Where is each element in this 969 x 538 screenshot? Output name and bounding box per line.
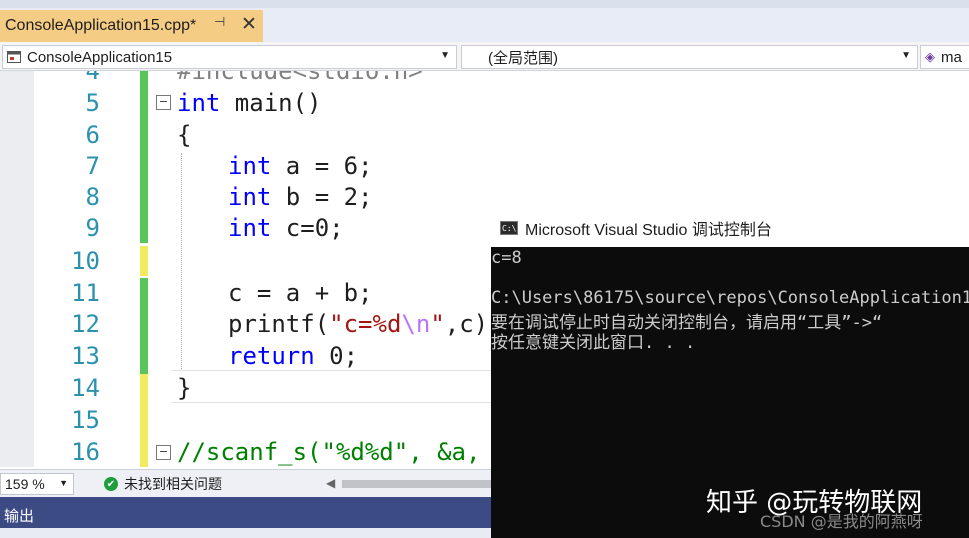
cube-icon: ◈ xyxy=(925,49,935,64)
code-line: c = a + b; xyxy=(228,279,373,307)
scroll-left-icon[interactable]: ◀ xyxy=(326,476,335,490)
indent-guide xyxy=(181,153,182,371)
selection-margin xyxy=(0,71,34,467)
line-number: 12 xyxy=(71,310,100,338)
code-line: int b = 2; xyxy=(228,183,373,211)
code-line: } xyxy=(177,374,192,402)
chevron-down-icon: ▼ xyxy=(59,478,68,488)
line-number: 11 xyxy=(71,279,100,307)
title-strip xyxy=(0,0,969,8)
project-dropdown[interactable]: ConsoleApplication15 ▼ xyxy=(2,45,457,69)
watermark-csdn: CSDN @是我的阿燕呀 xyxy=(760,512,923,531)
zoom-dropdown[interactable]: 159 % ▼ xyxy=(0,473,74,495)
line-number: 14 xyxy=(71,374,100,402)
code-line: return 0; xyxy=(228,342,359,370)
scrollbar-thumb[interactable] xyxy=(342,480,492,488)
code-line: int c=0; xyxy=(228,214,344,242)
line-number: 13 xyxy=(71,342,100,370)
issues-text: 未找到相关问题 xyxy=(124,476,222,492)
check-circle-icon: ✔ xyxy=(104,477,118,491)
zoom-level: 159 % xyxy=(5,476,45,492)
code-line: #include<stdio.h> xyxy=(177,71,423,85)
unsaved-change-bar xyxy=(140,246,148,276)
scope-dropdown[interactable]: (全局范围) ▼ xyxy=(461,45,918,69)
member-dropdown[interactable]: ◈ ma xyxy=(920,45,969,69)
code-line: printf("c=%d\n",c); xyxy=(228,310,503,338)
code-line: int main() xyxy=(177,89,322,117)
collapse-icon[interactable]: − xyxy=(156,95,171,110)
tab-title: ConsoleApplication15.cpp* xyxy=(5,17,197,34)
saved-change-bar xyxy=(140,71,148,243)
line-number: 7 xyxy=(85,152,100,180)
scope-dropdown-label: (全局范围) xyxy=(488,49,558,67)
member-dropdown-label: ma xyxy=(941,48,962,66)
collapse-icon[interactable]: − xyxy=(156,445,171,460)
console-line: c=8 xyxy=(491,248,522,268)
project-icon xyxy=(7,50,22,64)
close-icon[interactable]: ✕ xyxy=(241,13,257,35)
output-panel-title[interactable]: 输出 xyxy=(4,505,34,526)
console-title: Microsoft Visual Studio 调试控制台 xyxy=(525,222,772,239)
pin-icon[interactable]: ⊣ xyxy=(214,15,225,30)
console-line: 按任意键关闭此窗口. . . xyxy=(491,333,696,353)
navigation-bar: ConsoleApplication15 ▼ (全局范围) ▼ ◈ ma xyxy=(0,42,969,71)
document-tab[interactable]: ConsoleApplication15.cpp* ⊣ ✕ xyxy=(0,10,263,42)
line-number: 9 xyxy=(85,214,100,242)
unsaved-change-bar xyxy=(140,374,148,467)
code-line: { xyxy=(177,121,192,149)
line-number: 15 xyxy=(71,406,100,434)
line-number: 6 xyxy=(85,121,100,149)
line-number: 4 xyxy=(85,71,100,85)
console-line: C:\Users\86175\source\repos\ConsoleAppli… xyxy=(491,288,969,308)
saved-change-bar xyxy=(140,278,148,374)
current-line-highlight xyxy=(172,370,492,403)
console-title-bar[interactable]: C:\ Microsoft Visual Studio 调试控制台 xyxy=(491,209,969,247)
project-dropdown-label: ConsoleApplication15 xyxy=(27,48,173,66)
horizontal-scrollbar[interactable]: ◀ xyxy=(326,476,496,491)
line-number: 5 xyxy=(85,89,100,117)
line-number: 8 xyxy=(85,183,100,211)
code-line: int a = 6; xyxy=(228,152,373,180)
line-number: 16 xyxy=(71,438,100,466)
line-number: 10 xyxy=(71,247,100,275)
chevron-down-icon: ▼ xyxy=(901,50,911,61)
chevron-down-icon: ▼ xyxy=(440,50,450,61)
issues-indicator[interactable]: ✔ 未找到相关问题 xyxy=(104,474,222,494)
console-app-icon: C:\ xyxy=(500,221,518,235)
